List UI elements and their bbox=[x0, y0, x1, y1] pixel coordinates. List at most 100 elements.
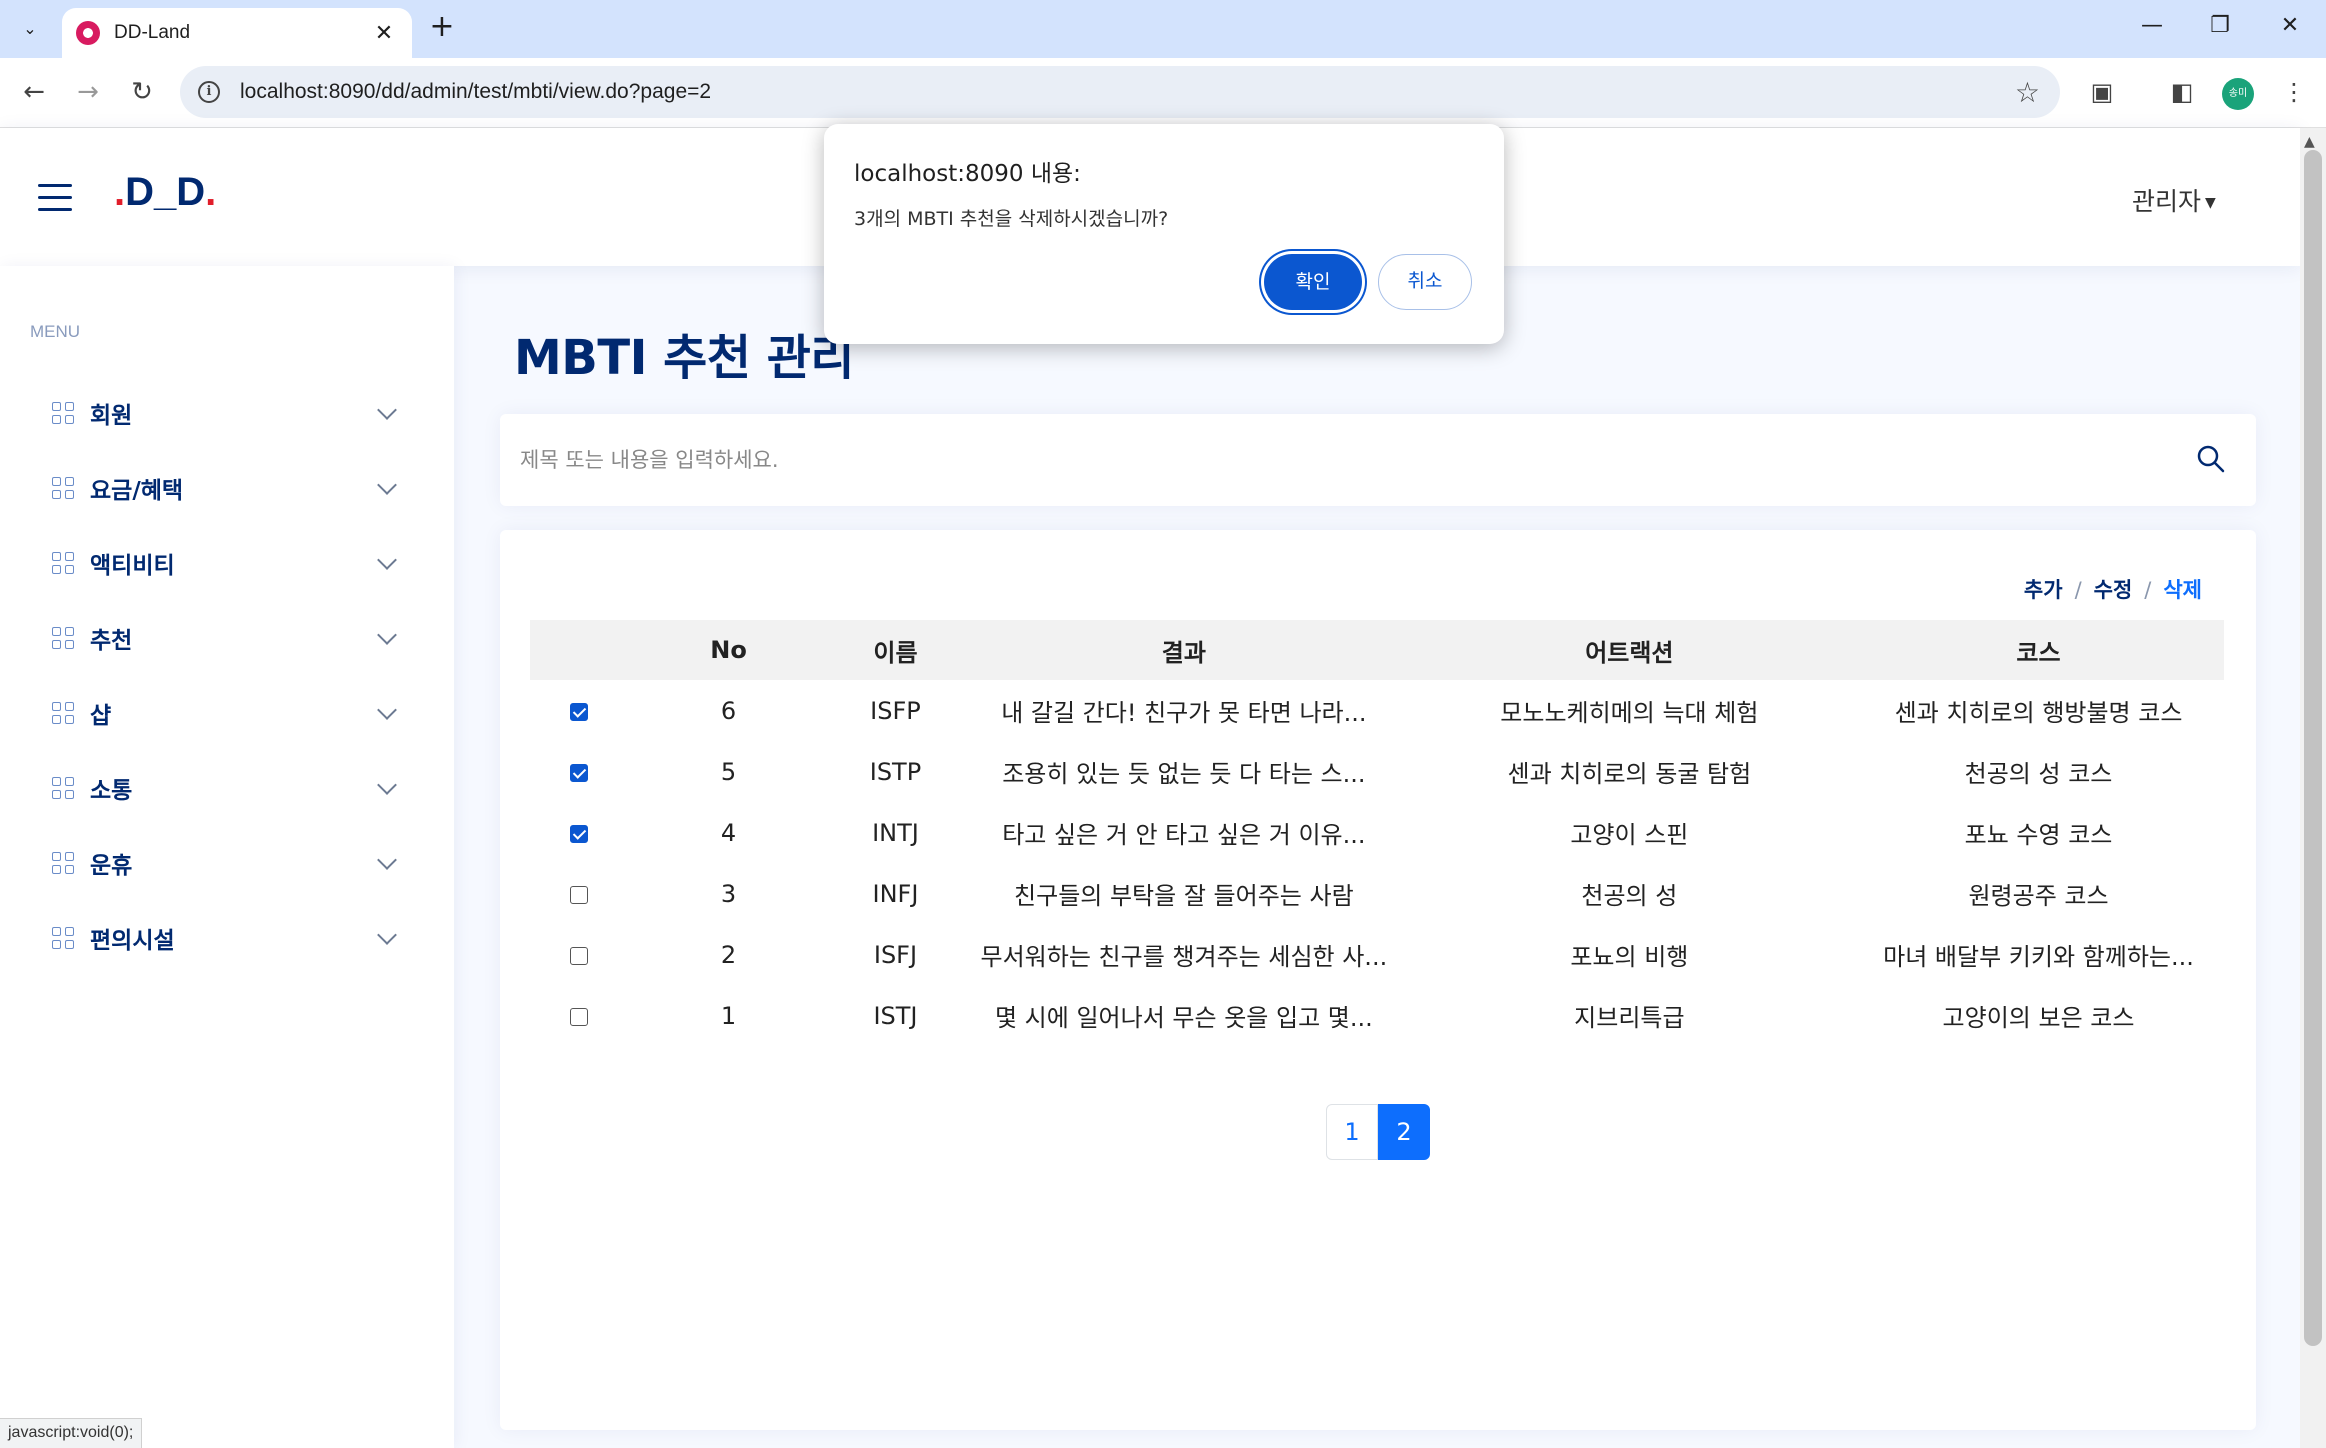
page-1-button[interactable]: 1 bbox=[1326, 1104, 1378, 1160]
search-icon[interactable] bbox=[2196, 444, 2226, 474]
admin-label: 관리자 bbox=[2132, 187, 2202, 216]
chevron-down-icon bbox=[377, 700, 397, 720]
cell-no: 6 bbox=[720, 696, 737, 725]
profile-avatar[interactable]: 송미 bbox=[2222, 78, 2254, 110]
cell-course: 마녀 배달부 키키와 함께하는... bbox=[1883, 943, 2194, 971]
cell-name: ISTJ bbox=[873, 1001, 918, 1030]
row-checkbox[interactable] bbox=[570, 1007, 589, 1026]
cell-course: 원령공주 코스 bbox=[1968, 882, 2109, 910]
browser-tabstrip: ⌄ DD-Land ✕ + — ❐ ✕ bbox=[0, 0, 2326, 58]
col-header-select bbox=[530, 620, 629, 680]
sidebar-item-label: 운휴 bbox=[90, 853, 133, 879]
menu-heading: MENU bbox=[30, 322, 81, 341]
cell-no: 1 bbox=[720, 1001, 737, 1030]
cell-no: 3 bbox=[720, 879, 737, 908]
row-checkbox[interactable] bbox=[570, 946, 589, 965]
reload-icon[interactable]: ↻ bbox=[122, 72, 162, 112]
admin-dropdown[interactable]: 관리자 ▼ bbox=[2132, 182, 2216, 218]
cell-name: ISFJ bbox=[873, 940, 918, 969]
cell-attraction: 천공의 성 bbox=[1581, 882, 1678, 910]
scrollbar-thumb[interactable] bbox=[2304, 150, 2322, 1346]
browser-tab[interactable]: DD-Land ✕ bbox=[62, 8, 412, 58]
window-close-icon[interactable]: ✕ bbox=[2266, 6, 2314, 46]
cancel-button[interactable]: 취소 bbox=[1378, 254, 1472, 310]
sidebar-item-facilities[interactable]: 편의시설 bbox=[52, 913, 402, 963]
bookmark-star-icon[interactable]: ☆ bbox=[2015, 76, 2040, 109]
confirm-button[interactable]: 확인 bbox=[1264, 254, 1362, 310]
browser-menu-kebab-icon[interactable]: ⋮ bbox=[2276, 74, 2312, 110]
new-tab-plus-icon[interactable]: + bbox=[424, 10, 460, 46]
table-card: 추가 / 수정 / 삭제 No 이름 결과 어트랙션 코스 6 ISFP 내 갈길 간다… bbox=[500, 530, 2256, 1430]
cell-attraction: 고양이 스핀 bbox=[1570, 821, 1689, 849]
sidebar-item-label: 추천 bbox=[90, 628, 133, 654]
dialog-title: localhost:8090 내용: bbox=[854, 161, 1081, 187]
edit-link[interactable]: 수정 bbox=[2094, 578, 2133, 602]
dialog-message: 3개의 MBTI 추천을 삭제하시겠습니까? bbox=[854, 208, 1169, 230]
cell-result[interactable]: 친구들의 부탁을 잘 들어주는 사람 bbox=[962, 863, 1406, 924]
sidebar-item-label: 액티비티 bbox=[90, 553, 175, 579]
table-row: 2 ISFJ 무서워하는 친구를 챙겨주는 세심한 사... 포뇨의 비행 마녀… bbox=[530, 924, 2224, 985]
sidebar-item-label: 요금/혜택 bbox=[90, 478, 184, 504]
row-checkbox[interactable] bbox=[570, 702, 589, 721]
extensions-puzzle-icon[interactable]: ▣ bbox=[2084, 74, 2120, 110]
side-panel-icon[interactable]: ◧ bbox=[2164, 74, 2200, 110]
sidebar-item-shop[interactable]: 샵 bbox=[52, 688, 402, 738]
add-link[interactable]: 추가 bbox=[2024, 578, 2063, 602]
chevron-down-icon bbox=[377, 775, 397, 795]
cell-no: 4 bbox=[720, 818, 737, 847]
cell-result[interactable]: 몇 시에 일어나서 무슨 옷을 입고 몇... bbox=[962, 985, 1406, 1046]
grid-icon bbox=[52, 552, 74, 574]
cell-attraction: 포뇨의 비행 bbox=[1570, 943, 1689, 971]
page-title: MBTI 추천 관리 bbox=[514, 330, 855, 386]
search-input[interactable] bbox=[520, 434, 2170, 486]
table-row: 5 ISTP 조용히 있는 듯 없는 듯 다 타는 스... 센과 치히로의 동… bbox=[530, 741, 2224, 802]
scroll-up-arrow-icon[interactable]: ▲ bbox=[2304, 134, 2315, 150]
cell-result[interactable]: 조용히 있는 듯 없는 듯 다 타는 스... bbox=[962, 741, 1406, 802]
grid-icon bbox=[52, 627, 74, 649]
sidebar-item-label: 편의시설 bbox=[90, 928, 175, 954]
grid-icon bbox=[52, 852, 74, 874]
sidebar-item-members[interactable]: 회원 bbox=[52, 388, 402, 438]
hamburger-menu-icon[interactable] bbox=[38, 184, 72, 212]
col-header-attraction: 어트랙션 bbox=[1405, 620, 1854, 680]
table-row: 6 ISFP 내 갈길 간다! 친구가 못 타면 나라... 모노노케히메의 늑… bbox=[530, 680, 2224, 741]
cell-name: INTJ bbox=[872, 818, 919, 847]
cell-result[interactable]: 무서워하는 친구를 챙겨주는 세심한 사... bbox=[962, 924, 1406, 985]
sidebar-item-community[interactable]: 소통 bbox=[52, 763, 402, 813]
table-header-row: No 이름 결과 어트랙션 코스 bbox=[530, 620, 2224, 680]
cell-result[interactable]: 내 갈길 간다! 친구가 못 타면 나라... bbox=[962, 680, 1406, 741]
restore-icon[interactable]: ❐ bbox=[2196, 6, 2244, 46]
grid-icon bbox=[52, 402, 74, 424]
sidebar-item-activities[interactable]: 액티비티 bbox=[52, 538, 402, 588]
col-header-no: No bbox=[628, 620, 829, 680]
table-row: 4 INTJ 타고 싶은 거 안 타고 싶은 거 이유... 고양이 스핀 포뇨… bbox=[530, 802, 2224, 863]
sidebar: MENU 회원 요금/혜택 액티비티 추천 샵 소통 운휴 편의시설 bbox=[0, 266, 454, 1448]
sidebar-item-closures[interactable]: 운휴 bbox=[52, 838, 402, 888]
back-arrow-icon[interactable]: ← bbox=[14, 72, 54, 112]
sidebar-item-fees[interactable]: 요금/혜택 bbox=[52, 463, 402, 513]
chevron-down-icon bbox=[377, 400, 397, 420]
sidebar-item-label: 샵 bbox=[90, 703, 112, 729]
forward-arrow-icon[interactable]: → bbox=[68, 72, 108, 112]
row-checkbox[interactable] bbox=[570, 885, 589, 904]
page-2-button[interactable]: 2 bbox=[1378, 1104, 1430, 1160]
mbti-table: No 이름 결과 어트랙션 코스 6 ISFP 내 갈길 간다! 친구가 못 타… bbox=[530, 620, 2224, 1046]
sidebar-item-label: 소통 bbox=[90, 778, 133, 804]
site-info-icon[interactable]: i bbox=[198, 81, 220, 103]
cell-result[interactable]: 타고 싶은 거 안 타고 싶은 거 이유... bbox=[962, 802, 1406, 863]
favicon-icon bbox=[76, 21, 100, 45]
site-logo[interactable]: .D_D. bbox=[114, 170, 216, 215]
col-header-result: 결과 bbox=[962, 620, 1406, 680]
url-text[interactable]: localhost:8090/dd/admin/test/mbti/view.d… bbox=[240, 80, 2015, 104]
address-bar[interactable]: i localhost:8090/dd/admin/test/mbti/view… bbox=[180, 66, 2060, 118]
tab-close-icon[interactable]: ✕ bbox=[370, 21, 398, 46]
row-checkbox[interactable] bbox=[570, 763, 589, 782]
tab-search-chevron-icon[interactable]: ⌄ bbox=[12, 10, 48, 46]
delete-link[interactable]: 삭제 bbox=[2163, 578, 2202, 602]
col-header-course: 코스 bbox=[1853, 620, 2224, 680]
cell-course: 천공의 성 코스 bbox=[1964, 760, 2113, 788]
sidebar-item-recommend[interactable]: 추천 bbox=[52, 613, 402, 663]
row-checkbox[interactable] bbox=[570, 824, 589, 843]
confirm-dialog: localhost:8090 내용: 3개의 MBTI 추천을 삭제하시겠습니까… bbox=[824, 124, 1504, 344]
minimize-icon[interactable]: — bbox=[2128, 6, 2176, 46]
